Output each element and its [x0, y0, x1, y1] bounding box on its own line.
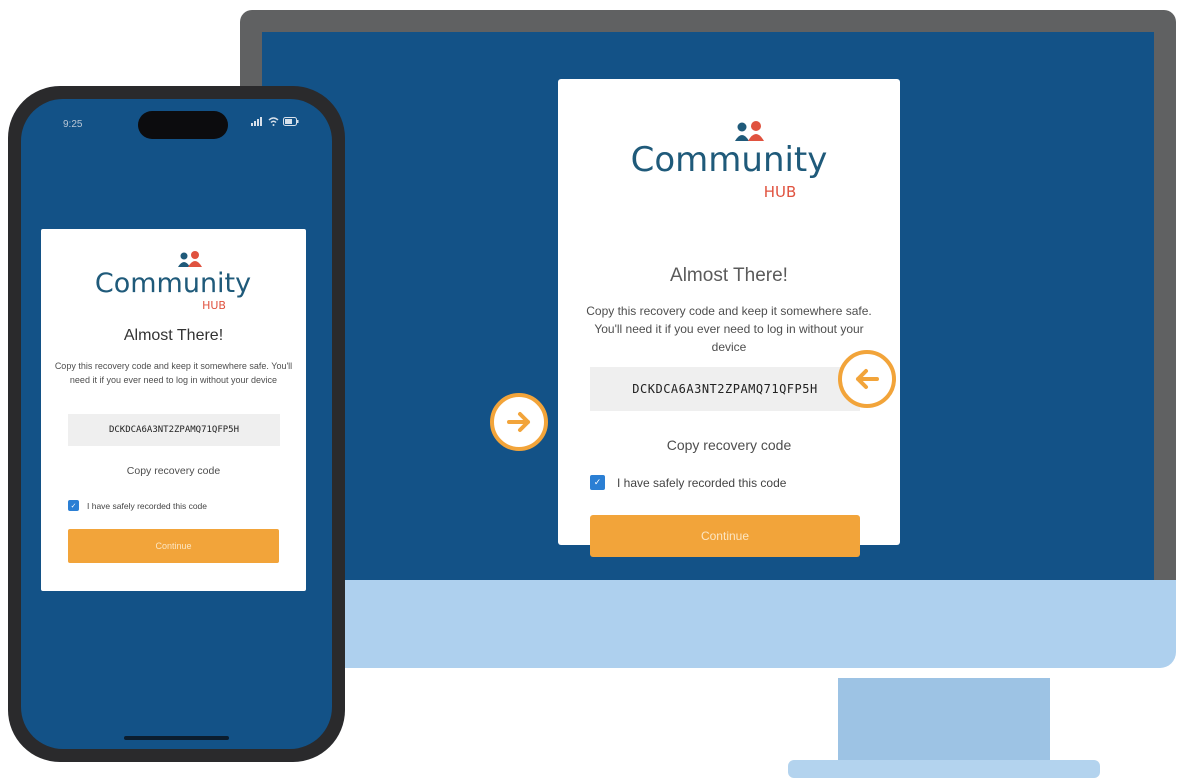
confirm-recorded-label: I have safely recorded this code	[617, 475, 787, 490]
arrow-right-icon	[507, 412, 530, 432]
arrow-right-badge	[490, 393, 548, 451]
continue-button[interactable]: Continue	[68, 529, 279, 563]
phone-recovery-code-card: Community HUB Almost There! Copy this re…	[41, 229, 306, 591]
confirm-recorded-row[interactable]: ✓ I have safely recorded this code	[68, 500, 207, 511]
logo-hub: HUB	[764, 183, 797, 201]
community-hub-logo: Community HUB	[95, 251, 251, 312]
instruction-text: Copy this recovery code and keep it some…	[54, 361, 293, 385]
status-icons	[251, 117, 299, 128]
recovery-code-field: DCKDCA6A3NT2ZPAMQ71QFP5H	[590, 367, 860, 411]
people-logo-icon	[178, 251, 202, 267]
arrow-left-badge	[838, 350, 896, 408]
arrow-left-icon	[856, 369, 879, 389]
logo-wordmark: Community	[95, 268, 251, 299]
page-title: Almost There!	[670, 265, 788, 286]
signal-icon	[251, 117, 262, 126]
status-time: 9:25	[63, 119, 83, 130]
confirm-recorded-row[interactable]: ✓ I have safely recorded this code	[590, 475, 786, 490]
monitor-stand-foot	[788, 760, 1100, 778]
people-logo-icon	[735, 121, 764, 141]
mobile-phone: 9:25 Community HUB Almost There! Copy th…	[8, 86, 345, 762]
wifi-icon	[268, 117, 279, 126]
confirm-recorded-checkbox[interactable]: ✓	[590, 475, 605, 490]
monitor-screen: Community HUB Almost There! Copy this re…	[262, 32, 1154, 580]
home-indicator[interactable]	[124, 736, 229, 740]
confirm-recorded-checkbox[interactable]: ✓	[68, 500, 79, 511]
copy-recovery-code-link[interactable]: Copy recovery code	[41, 465, 306, 477]
confirm-recorded-label: I have safely recorded this code	[87, 500, 208, 511]
copy-recovery-code-link[interactable]: Copy recovery code	[558, 437, 900, 453]
recovery-code-card: Community HUB Almost There! Copy this re…	[558, 79, 900, 557]
desktop-monitor: Community HUB Almost There! Copy this re…	[240, 10, 1176, 778]
community-hub-logo: Community HUB	[631, 121, 828, 201]
monitor-stand-neck	[838, 678, 1050, 764]
phone-screen: 9:25 Community HUB Almost There! Copy th…	[21, 99, 332, 749]
monitor-chin	[240, 580, 1176, 668]
logo-hub: HUB	[202, 299, 226, 312]
page-title: Almost There!	[123, 327, 224, 344]
continue-button[interactable]: Continue	[590, 515, 860, 557]
logo-wordmark: Community	[631, 140, 828, 180]
battery-icon	[283, 117, 299, 126]
dynamic-island	[138, 111, 228, 139]
recovery-code-field: DCKDCA6A3NT2ZPAMQ71QFP5H	[68, 414, 280, 446]
instruction-text: Copy this recovery code and keep it some…	[586, 304, 872, 354]
